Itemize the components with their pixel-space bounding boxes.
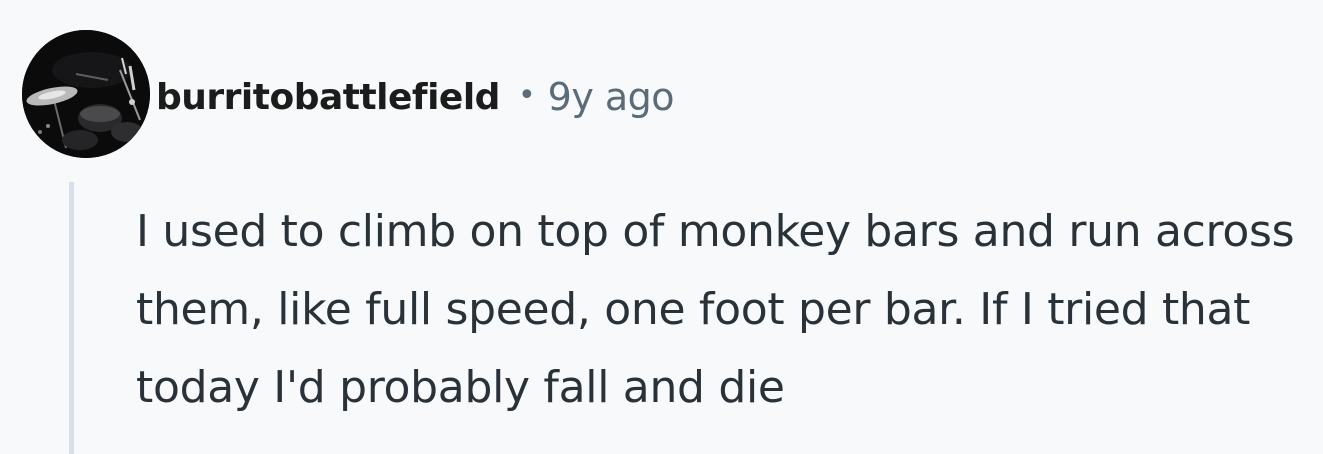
comment-body: I used to climb on top of monkey bars an… (136, 206, 1295, 413)
thread-line[interactable] (69, 182, 74, 454)
comment-meta: burritobattlefield • 9y ago (156, 72, 675, 122)
avatar[interactable] (22, 30, 150, 158)
drum-kit-avatar-icon (22, 30, 150, 158)
comment: burritobattlefield • 9y ago I used to cl… (0, 0, 1323, 454)
meta-separator: • (517, 77, 536, 113)
comment-timestamp[interactable]: 9y ago (548, 75, 675, 119)
author-username[interactable]: burritobattlefield (156, 77, 500, 118)
